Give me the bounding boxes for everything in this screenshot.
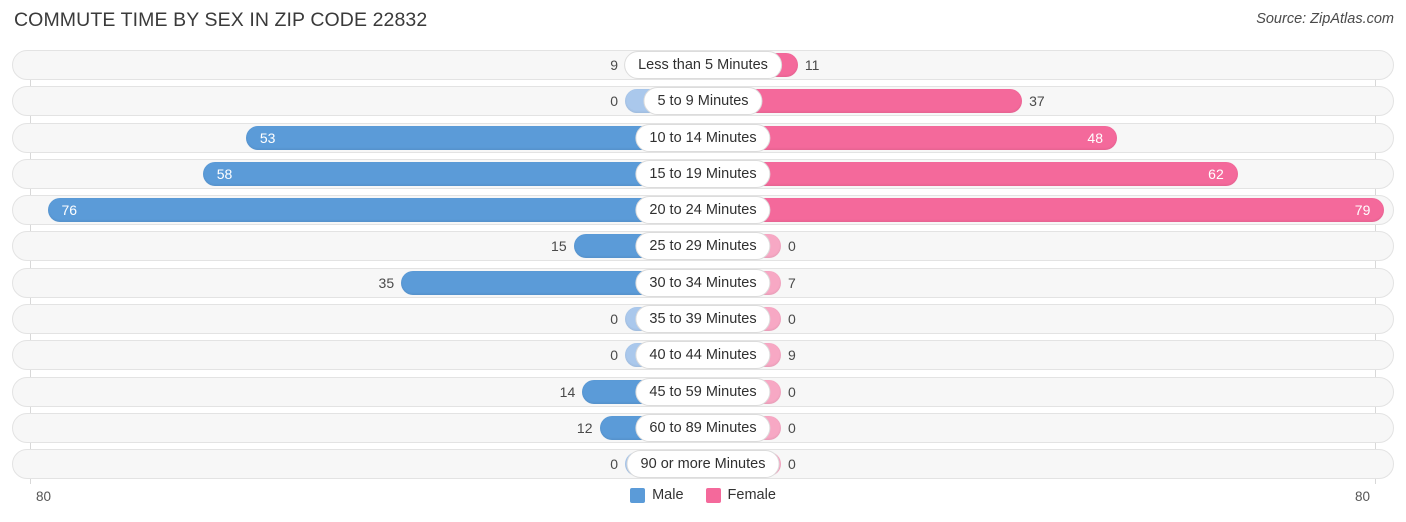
bar-value-male: 58 [216,165,233,182]
bar-value-female: 37 [1029,93,1045,110]
bar-row: 14 0 45 to 59 Minutes [0,376,1406,407]
commute-time-chart: COMMUTE TIME BY SEX IN ZIP CODE 22832 So… [0,0,1406,522]
bar-value-male: 0 [610,311,618,328]
category-label: 90 or more Minutes [626,450,780,479]
bar-value-male: 14 [559,383,576,400]
category-label: 25 to 29 Minutes [635,232,771,261]
legend: Male Female [0,487,1406,503]
bar-row: 12 0 60 to 89 Minutes [0,412,1406,443]
bar-value-male: 76 [61,202,78,219]
bar-value-male: 12 [576,419,593,436]
plot-area: 9 11 Less than 5 Minutes 0 37 5 to 9 Minutes 5… [0,50,1406,484]
category-label: 45 to 59 Minutes [635,377,771,406]
bar-value-male: 0 [610,93,618,110]
bar-value-female: 48 [1087,129,1103,146]
category-label: 40 to 44 Minutes [635,341,771,370]
legend-swatch-male-icon [630,487,646,503]
bar-row: 0 9 40 to 44 Minutes [0,340,1406,371]
bar-value-male: 0 [610,456,618,473]
bar-value-female: 0 [788,419,796,436]
bar-value-female: 0 [788,456,796,473]
bar-value-male: 9 [610,57,618,73]
bar-value-female: 9 [788,347,796,364]
bar-value-female: 11 [804,57,820,73]
bar-value-female: 0 [788,238,796,255]
legend-label-male: Male [652,487,684,503]
category-label: 15 to 19 Minutes [635,159,771,188]
bar-row: 15 0 25 to 29 Minutes [0,231,1406,262]
bar-row: 53 48 10 to 14 Minutes [0,122,1406,153]
page-title: COMMUTE TIME BY SEX IN ZIP CODE 22832 [14,9,428,31]
bar-female[interactable] [703,161,1238,186]
bar-female[interactable] [703,198,1385,223]
bar-row: 0 0 35 to 39 Minutes [0,304,1406,335]
bar-value-male: 15 [551,238,567,255]
bar-row: 9 11 Less than 5 Minutes [0,50,1406,80]
bar-row: 35 7 30 to 34 Minutes [0,267,1406,298]
bar-value-female: 79 [1354,202,1371,219]
bar-row: 58 62 15 to 19 Minutes [0,158,1406,189]
legend-label-female: Female [727,487,776,503]
bar-value-male: 0 [610,347,618,364]
category-label: Less than 5 Minutes [624,51,782,79]
bar-row: 0 0 90 or more Minutes [0,449,1406,480]
bar-male[interactable] [47,198,703,223]
category-label: 60 to 89 Minutes [635,413,771,442]
legend-item-female[interactable]: Female [705,487,776,503]
bar-value-male: 53 [259,129,276,146]
bar-value-female: 7 [788,274,796,291]
bar-value-female: 0 [788,383,796,400]
category-label: 5 to 9 Minutes [643,87,763,116]
bar-rows: 9 11 Less than 5 Minutes 0 37 5 to 9 Minutes 5… [0,50,1406,486]
category-label: 35 to 39 Minutes [635,305,771,334]
category-label: 20 to 24 Minutes [635,196,771,225]
bar-value-female: 62 [1208,165,1224,182]
bar-row: 0 37 5 to 9 Minutes [0,86,1406,117]
bar-value-female: 0 [788,311,796,328]
legend-swatch-female-icon [705,487,721,503]
source-attribution: Source: ZipAtlas.com [1256,11,1394,27]
category-label: 10 to 14 Minutes [635,123,771,152]
bar-row: 76 79 20 to 24 Minutes [0,195,1406,226]
legend-item-male[interactable]: Male [630,487,684,503]
bar-value-male: 35 [378,274,395,291]
bar-male[interactable] [202,161,703,186]
category-label: 30 to 34 Minutes [635,268,771,297]
